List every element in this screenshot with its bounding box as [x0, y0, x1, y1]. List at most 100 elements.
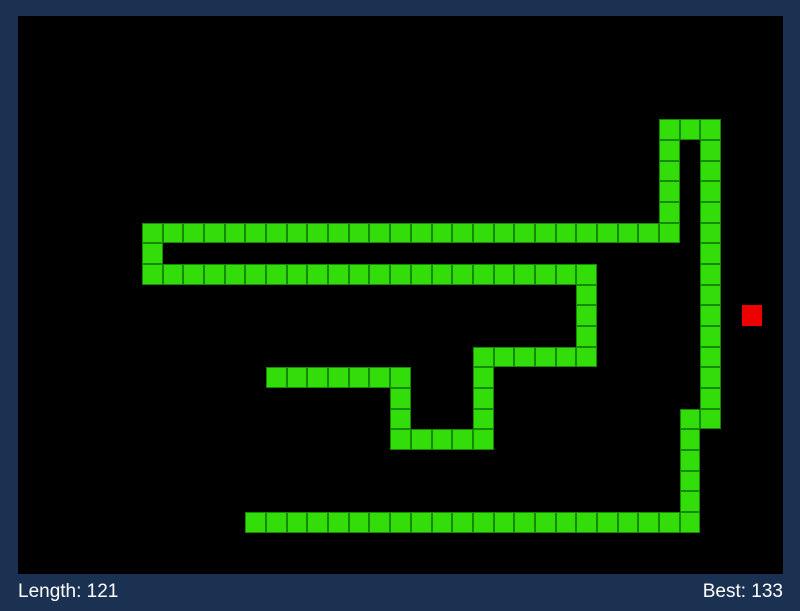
best-score: Best: 133 — [702, 581, 783, 602]
snake-segment — [472, 346, 494, 368]
snake-segment — [307, 264, 329, 285]
snake-segment — [369, 264, 391, 285]
snake-segment — [555, 346, 577, 368]
snake-segment — [142, 222, 163, 244]
snake-segment — [369, 222, 391, 244]
snake-segment — [576, 222, 597, 244]
snake-segment — [286, 367, 308, 388]
snake-segment — [390, 388, 411, 409]
snake-segment — [224, 264, 246, 285]
snake-segment — [369, 367, 391, 388]
snake-segment — [328, 264, 349, 285]
snake-segment — [658, 119, 680, 140]
snake-segment — [700, 408, 721, 430]
snake-segment — [410, 222, 432, 244]
snake-segment — [679, 491, 701, 512]
snake-segment — [328, 367, 349, 388]
snake-segment — [638, 512, 659, 533]
snake-segment — [658, 222, 680, 244]
snake-segment — [204, 264, 225, 285]
snake-segment — [390, 512, 411, 533]
food-pellet — [741, 305, 763, 326]
snake-segment — [493, 346, 515, 368]
snake-segment — [700, 119, 721, 140]
snake-segment — [534, 264, 556, 285]
snake-head — [245, 512, 267, 533]
snake-segment — [390, 367, 411, 388]
snake-segment — [514, 512, 535, 533]
snake-segment — [431, 429, 453, 450]
snake-segment — [224, 222, 246, 244]
snake-segment — [266, 367, 287, 388]
snake-segment — [679, 470, 701, 492]
snake-segment — [700, 388, 721, 409]
snake-segment — [245, 222, 267, 244]
snake-segment — [431, 222, 453, 244]
snake-segment — [307, 367, 329, 388]
snake-segment — [576, 326, 597, 347]
snake-segment — [493, 222, 515, 244]
snake-segment — [658, 140, 680, 161]
snake-segment — [472, 367, 494, 388]
snake-segment — [700, 367, 721, 388]
snake-segment — [617, 222, 639, 244]
snake-segment — [534, 512, 556, 533]
snake-segment — [286, 222, 308, 244]
snake-segment — [576, 512, 597, 533]
snake-segment — [204, 222, 225, 244]
snake-segment — [700, 243, 721, 264]
snake-segment — [286, 264, 308, 285]
snake-segment — [431, 512, 453, 533]
snake-segment — [472, 408, 494, 430]
snake-segment — [679, 408, 701, 430]
snake-segment — [617, 512, 639, 533]
snake-segment — [700, 222, 721, 244]
snake-segment — [162, 264, 184, 285]
snake-segment — [576, 305, 597, 326]
game-board[interactable] — [18, 16, 783, 574]
snake-segment — [452, 264, 473, 285]
snake-segment — [472, 222, 494, 244]
snake-segment — [472, 388, 494, 409]
snake-segment — [700, 181, 721, 202]
snake-segment — [348, 264, 370, 285]
snake-segment — [596, 512, 618, 533]
snake-segment — [514, 346, 535, 368]
snake-segment — [390, 264, 411, 285]
snake-segment — [410, 429, 432, 450]
snake-segment — [266, 264, 287, 285]
snake-segment — [390, 222, 411, 244]
snake-segment — [245, 264, 267, 285]
snake-segment — [658, 202, 680, 223]
snake-segment — [700, 160, 721, 182]
snake-segment — [431, 264, 453, 285]
snake-segment — [514, 222, 535, 244]
snake-segment — [658, 181, 680, 202]
snake-segment — [348, 367, 370, 388]
snake-segment — [328, 512, 349, 533]
snake-segment — [142, 243, 163, 264]
snake-segment — [555, 264, 577, 285]
snake-segment — [700, 305, 721, 326]
snake-segment — [596, 222, 618, 244]
snake-segment — [183, 264, 205, 285]
snake-segment — [328, 222, 349, 244]
snake-segment — [452, 222, 473, 244]
game-window: Length: 121 Best: 133 — [0, 0, 800, 611]
length-counter: Length: 121 — [18, 581, 119, 602]
snake-segment — [638, 222, 659, 244]
snake-segment — [162, 222, 184, 244]
snake-segment — [307, 222, 329, 244]
snake-segment — [700, 326, 721, 347]
snake-segment — [534, 222, 556, 244]
snake-segment — [555, 512, 577, 533]
snake-segment — [266, 512, 287, 533]
snake-segment — [410, 264, 432, 285]
snake-segment — [410, 512, 432, 533]
snake-segment — [472, 264, 494, 285]
snake-segment — [679, 429, 701, 450]
snake-segment — [576, 264, 597, 285]
snake-segment — [534, 346, 556, 368]
snake-segment — [700, 202, 721, 223]
snake-segment — [286, 512, 308, 533]
